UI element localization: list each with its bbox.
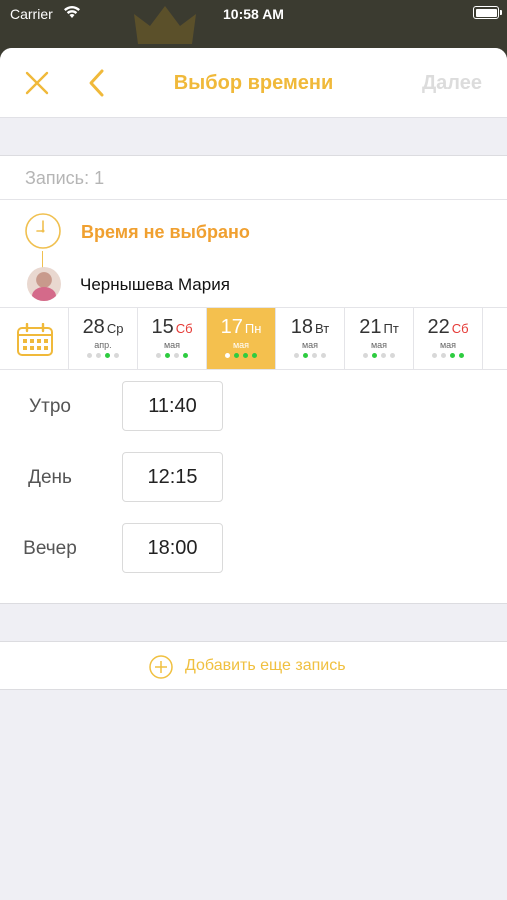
availability-dots (69, 353, 137, 358)
add-circle-icon (149, 655, 173, 679)
availability-dot (174, 353, 179, 358)
record-card: Запись: 1 Время не выбрано Чернышева Мар… (0, 155, 507, 604)
status-bar: Carrier 10:58 AM (0, 0, 507, 28)
time-selection-sheet: Выбор времени Далее Запись: 1 Время не в… (0, 48, 507, 900)
date-cell[interactable]: 17 Пн мая (207, 308, 276, 369)
clock-time: 10:58 AM (223, 6, 284, 22)
date-month: мая (370, 340, 388, 350)
time-slots: Утро 11:40 День 12:15 Вечер 18:00 (0, 370, 507, 604)
availability-dot (312, 353, 317, 358)
availability-dot (441, 353, 446, 358)
availability-dot (156, 353, 161, 358)
date-month: мая (301, 340, 319, 350)
availability-dot (183, 353, 188, 358)
date-cell[interactable]: 18 Вт мая (276, 308, 345, 369)
date-cell[interactable]: 15 Сб мая (138, 308, 207, 369)
add-record-label: Добавить еще запись (185, 657, 346, 674)
availability-dot (234, 353, 239, 358)
date-cell[interactable]: 22 Сб мая (414, 308, 483, 369)
clock-icon (25, 213, 61, 249)
availability-dot (294, 353, 299, 358)
date-number: 17 (220, 316, 243, 338)
time-status-text: Время не выбрано (81, 222, 250, 242)
slot-period-day: День (28, 467, 72, 488)
availability-dots (276, 353, 344, 358)
time-slot-button[interactable]: 11:40 (122, 381, 223, 431)
date-weekday: Вт (315, 321, 330, 336)
selected-time-row: Время не выбрано (0, 200, 507, 269)
date-weekday: Сб (175, 321, 193, 336)
date-number: 21 (359, 316, 382, 338)
availability-dot (114, 353, 119, 358)
record-number-label: Запись: 1 (0, 156, 507, 200)
nav-bar: Выбор времени Далее (0, 48, 507, 118)
time-slot-button[interactable]: 12:15 (122, 452, 223, 502)
availability-dots (345, 353, 413, 358)
slot-period-morning: Утро (29, 396, 71, 417)
calendar-button[interactable] (0, 308, 69, 369)
date-month: апр. (94, 340, 112, 350)
date-cell[interactable]: 2 (483, 308, 507, 369)
availability-dot (252, 353, 257, 358)
add-record-button[interactable]: Добавить еще запись (0, 641, 507, 690)
availability-dot (165, 353, 170, 358)
date-number: 28 (82, 316, 105, 338)
availability-dot (381, 353, 386, 358)
availability-dot (105, 353, 110, 358)
date-month: мая (163, 340, 181, 350)
date-weekday: Ср (106, 321, 124, 336)
availability-dot (390, 353, 395, 358)
date-number: 18 (290, 316, 314, 338)
date-cell[interactable]: 28 Ср апр. (69, 308, 138, 369)
availability-dot (363, 353, 368, 358)
availability-dot (96, 353, 101, 358)
next-button[interactable]: Далее (422, 72, 482, 95)
availability-dot (303, 353, 308, 358)
slot-period-evening: Вечер (23, 538, 77, 559)
calendar-icon (17, 323, 53, 356)
availability-dot (372, 353, 377, 358)
availability-dot (321, 353, 326, 358)
date-number: 22 (427, 316, 450, 338)
availability-dots (207, 353, 275, 358)
availability-dot (243, 353, 248, 358)
date-month: мая (232, 340, 250, 350)
master-name: Чернышева Мария (80, 275, 230, 294)
battery-icon (473, 6, 502, 19)
availability-dot (432, 353, 437, 358)
avatar (27, 267, 61, 301)
date-weekday: Пт (383, 321, 399, 336)
availability-dot (450, 353, 455, 358)
availability-dot (225, 353, 230, 358)
date-number: 15 (151, 316, 174, 338)
availability-dot (459, 353, 464, 358)
availability-dots (138, 353, 206, 358)
date-month: мая (439, 340, 457, 350)
crown-background-icon (134, 6, 196, 44)
date-weekday: Сб (451, 321, 469, 336)
date-cell[interactable]: 21 Пт мая (345, 308, 414, 369)
date-weekday: Пн (244, 321, 262, 336)
availability-dots (414, 353, 482, 358)
master-row[interactable]: Чернышева Мария (0, 264, 507, 308)
time-slot-button[interactable]: 18:00 (122, 523, 223, 573)
availability-dot (87, 353, 92, 358)
date-picker-strip: 28 Ср апр. 15 Сб мая 17 Пн мая 18 Вт мая 21 Пт мая 22 Сб… (0, 308, 507, 370)
